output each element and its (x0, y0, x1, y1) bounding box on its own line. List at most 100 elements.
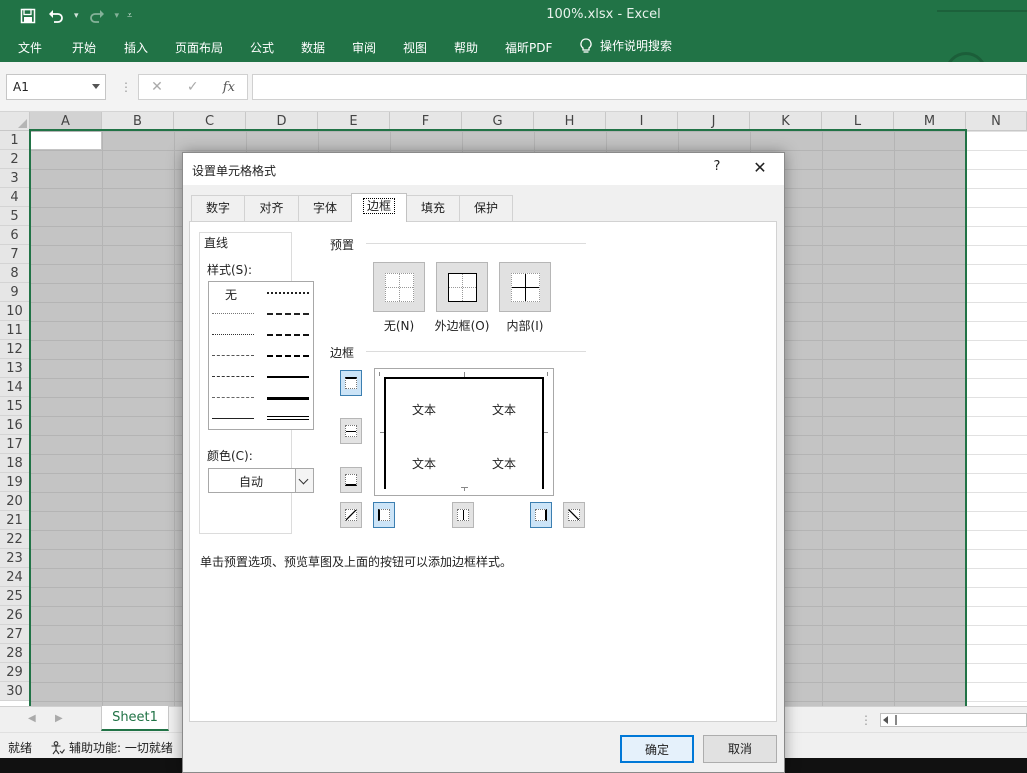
line-style-dashed[interactable] (212, 397, 254, 398)
tab-foxit-pdf[interactable]: 福昕PDF (505, 39, 552, 56)
row-header[interactable]: 26 (0, 606, 30, 625)
tab-help[interactable]: 帮助 (454, 39, 478, 56)
row-header[interactable]: 18 (0, 454, 30, 473)
border-right-button[interactable] (530, 502, 552, 528)
row-header[interactable]: 27 (0, 625, 30, 644)
border-diagonal-down-button[interactable] (563, 502, 585, 528)
border-preview[interactable]: 文本 文本 文本 文本 (374, 368, 554, 496)
row-header[interactable]: 3 (0, 169, 30, 188)
row-header[interactable]: 2 (0, 150, 30, 169)
insert-function-icon[interactable]: fx (223, 80, 235, 95)
sheet-next-icon[interactable]: ▶ (55, 713, 63, 724)
sheet-tab-sheet1[interactable]: Sheet1 (101, 706, 169, 731)
row-header[interactable]: 29 (0, 663, 30, 682)
name-box-dropdown-icon[interactable] (92, 84, 100, 89)
row-header[interactable]: 4 (0, 188, 30, 207)
row-header[interactable]: 14 (0, 378, 30, 397)
row-header[interactable]: 8 (0, 264, 30, 283)
row-header[interactable]: 20 (0, 492, 30, 511)
name-box[interactable]: A1 (6, 74, 106, 100)
formula-bar-resize-handle[interactable]: ⋮ (120, 80, 132, 94)
line-style-hairline[interactable] (212, 313, 254, 314)
border-bottom-button[interactable] (340, 467, 362, 493)
line-style-list[interactable]: 无 (208, 281, 314, 430)
border-top-button[interactable] (340, 370, 362, 396)
column-header[interactable]: N (966, 112, 1027, 131)
line-style-dash-dot-dot[interactable] (212, 355, 254, 356)
row-header[interactable]: 24 (0, 568, 30, 587)
tab-number[interactable]: 数字 (191, 195, 245, 221)
help-button[interactable]: ? (707, 159, 727, 179)
line-style-medium-dashed[interactable] (267, 355, 309, 357)
cell-area-unselected[interactable] (966, 131, 1027, 706)
tab-formulas[interactable]: 公式 (250, 39, 274, 56)
sheet-prev-icon[interactable]: ◀ (28, 713, 36, 724)
horizontal-scrollbar[interactable] (880, 713, 1027, 727)
row-header[interactable]: 6 (0, 226, 30, 245)
tab-review[interactable]: 审阅 (352, 39, 376, 56)
cancel-button[interactable]: 取消 (703, 735, 777, 763)
row-header[interactable]: 21 (0, 511, 30, 530)
preset-outline-button[interactable] (436, 262, 488, 312)
row-header[interactable]: 10 (0, 302, 30, 321)
accessibility-status[interactable]: 辅助功能: 一切就绪 (50, 739, 173, 756)
line-style-none[interactable]: 无 (225, 286, 237, 303)
tab-data[interactable]: 数据 (301, 39, 325, 56)
preset-inside-button[interactable] (499, 262, 551, 312)
cancel-entry-icon[interactable]: ✕ (151, 79, 163, 95)
line-style-medium[interactable] (267, 376, 309, 378)
border-diagonal-up-button[interactable] (340, 502, 362, 528)
row-header[interactable]: 28 (0, 644, 30, 663)
border-inside-vertical-button[interactable] (452, 502, 474, 528)
tab-alignment[interactable]: 对齐 (244, 195, 299, 221)
color-dropdown[interactable]: 自动 (208, 468, 314, 493)
tab-view[interactable]: 视图 (403, 39, 427, 56)
tab-font[interactable]: 字体 (298, 195, 352, 221)
row-header[interactable]: 22 (0, 530, 30, 549)
line-style-thin[interactable] (212, 418, 254, 419)
chevron-down-icon[interactable] (295, 469, 313, 492)
scroll-left-icon[interactable] (883, 716, 888, 724)
row-header[interactable]: 11 (0, 321, 30, 340)
border-left-button[interactable] (373, 502, 395, 528)
row-header[interactable]: 30 (0, 682, 30, 701)
row-header[interactable]: 1 (0, 131, 30, 150)
row-header[interactable]: 7 (0, 245, 30, 264)
line-style-double[interactable] (267, 416, 309, 420)
formula-input[interactable] (252, 74, 1027, 100)
tell-me-box[interactable]: 操作说明搜索 (580, 37, 672, 54)
ok-button[interactable]: 确定 (620, 735, 694, 763)
preset-none-button[interactable] (373, 262, 425, 312)
select-all-button[interactable] (0, 112, 30, 131)
tab-border[interactable]: 边框 (351, 193, 407, 222)
row-header[interactable]: 16 (0, 416, 30, 435)
row-header[interactable]: 19 (0, 473, 30, 492)
row-header[interactable]: 17 (0, 435, 30, 454)
row-header[interactable]: 23 (0, 549, 30, 568)
tab-fill[interactable]: 填充 (406, 195, 460, 221)
row-header[interactable]: 13 (0, 359, 30, 378)
row-header[interactable]: 5 (0, 207, 30, 226)
line-style-medium-dash-dot[interactable] (267, 334, 309, 336)
line-style-slant-dash-dot[interactable] (267, 313, 309, 315)
tab-insert[interactable]: 插入 (124, 39, 148, 56)
row-header[interactable]: 25 (0, 587, 30, 606)
close-button[interactable]: ✕ (749, 158, 771, 180)
border-inside-horizontal-button[interactable] (340, 418, 362, 444)
line-style-thick[interactable] (267, 397, 309, 400)
scroll-split-handle[interactable]: ⋮ (860, 713, 872, 727)
scroll-thumb[interactable] (895, 715, 897, 725)
row-header[interactable]: 15 (0, 397, 30, 416)
enter-entry-icon[interactable]: ✓ (187, 79, 199, 95)
tab-file[interactable]: 文件 (18, 39, 42, 56)
line-style-medium-dash-dot-dot[interactable] (267, 292, 309, 294)
border-right-icon (535, 509, 547, 521)
line-style-dotted[interactable] (212, 334, 254, 335)
tab-protection[interactable]: 保护 (459, 195, 513, 221)
border-hint-text: 单击预置选项、预览草图及上面的按钮可以添加边框样式。 (200, 555, 513, 569)
row-header[interactable]: 9 (0, 283, 30, 302)
tab-home[interactable]: 开始 (72, 39, 96, 56)
tab-page-layout[interactable]: 页面布局 (175, 39, 223, 56)
row-header[interactable]: 12 (0, 340, 30, 359)
line-style-dash-dot[interactable] (212, 376, 254, 377)
